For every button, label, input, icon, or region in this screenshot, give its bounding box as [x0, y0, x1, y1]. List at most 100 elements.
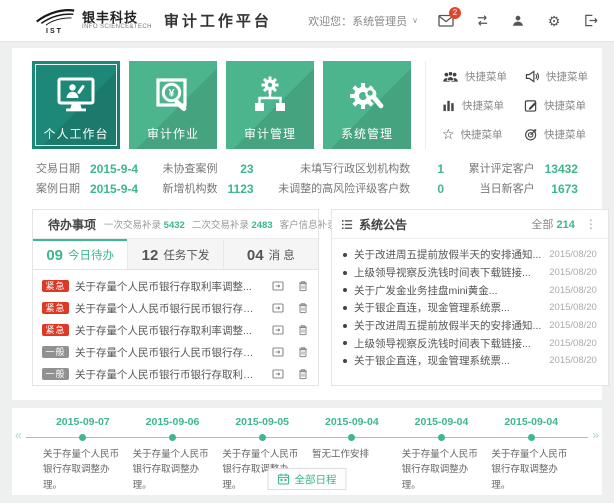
archive-button[interactable]: [272, 368, 284, 380]
mail-button[interactable]: 2: [438, 13, 454, 29]
quick-menu-item-2[interactable]: 快捷菜单: [524, 67, 598, 85]
quick-menu-label: 快捷菜单: [461, 127, 503, 142]
announcements-panel: 系统公告 全部 214 ⋮ 关于改进周五提前放假半天的安排通知... 2015/…: [331, 209, 609, 386]
bar-chart-icon: [442, 99, 456, 112]
timeline-entry-text: 暂无工作安排: [312, 447, 392, 463]
todo-item-link[interactable]: 关于存量个人民币银行存取利率调整...: [75, 323, 264, 338]
priority-badge: 紧急: [42, 324, 69, 336]
logout-icon: [583, 14, 598, 27]
todo-item-actions: [272, 302, 309, 314]
logout-button[interactable]: [582, 13, 598, 29]
bullet-icon: [343, 306, 347, 310]
announcement-link[interactable]: 关于改进周五提前放假半天的安排通知...: [354, 247, 541, 262]
announcement-date: 2015/08/20: [549, 249, 597, 260]
tile-personal-workspace[interactable]: 个人工作台: [32, 61, 120, 149]
delete-button[interactable]: [297, 302, 309, 314]
announcement-date: 2015/08/20: [549, 285, 597, 296]
delete-button[interactable]: [297, 280, 309, 292]
tile-label: 审计管理: [244, 125, 296, 142]
tile-label: 个人工作台: [43, 125, 108, 142]
todo-item-link[interactable]: 关于存量个人民币银行存取利率调整...: [75, 279, 264, 294]
schedule-timeline-card: « » 2015-09-07 关于存量个人民币银行存取调整办理。 2015-09…: [12, 408, 602, 495]
tile-audit-manage[interactable]: 审计管理: [226, 61, 314, 149]
announcement-item: 上级领导视察反洗钱时间表下载链接... 2015/08/20: [343, 334, 597, 352]
stat-value: 1673: [545, 182, 578, 197]
announcement-item: 关于改进周五提前放假半天的安排通知... 2015/08/20: [343, 246, 597, 264]
welcome-text: 欢迎您：系统管理员: [308, 13, 407, 29]
announcement-link[interactable]: 关于改进周五提前放假半天的安排通知...: [354, 318, 541, 333]
todo-list: 紧急 关于存量个人民币银行存取利率调整...: [33, 270, 318, 385]
more-icon[interactable]: ⋮: [583, 217, 599, 231]
tab-task-dispatch[interactable]: 12 任务下发: [127, 239, 222, 269]
todo-panel-title: 待办事项: [48, 216, 96, 233]
view-all-link[interactable]: 全部 214: [531, 216, 574, 232]
user-button[interactable]: [510, 13, 526, 29]
stat-value: 23: [228, 162, 254, 177]
quick-menu-label: 快捷菜单: [462, 98, 504, 113]
transfer-button[interactable]: [474, 13, 490, 29]
timeline-date: 2015-09-06: [133, 415, 213, 429]
timeline-next-icon[interactable]: »: [592, 429, 599, 441]
stat-value: 2015-9-4: [90, 162, 138, 177]
quick-menu-item-3[interactable]: 快捷菜单: [442, 96, 516, 114]
delete-button[interactable]: [297, 324, 309, 336]
announcement-item: 关于改进周五提前放假半天的安排通知... 2015/08/20: [343, 317, 597, 335]
brand-name: 银丰科技: [82, 11, 152, 25]
stat-label: 交易日期: [36, 162, 80, 177]
announcement-link[interactable]: 关于广发金业务挂盘mini黄金...: [354, 283, 541, 298]
top-header: IST 银丰科技 INFO SCIENCE&TECH 审计工作平台 欢迎您：系统…: [0, 0, 614, 42]
archive-button[interactable]: [272, 280, 284, 292]
todo-list-item: 紧急 关于存量个人民币银行存取利率调整...: [42, 319, 309, 341]
todo-item-link[interactable]: 关于存量个人民币银行币银行存取利率调整...: [75, 367, 264, 382]
archive-button[interactable]: [272, 302, 284, 314]
quick-menu-item-4[interactable]: 快捷菜单: [524, 96, 598, 114]
tab-messages[interactable]: 04 消 息: [223, 239, 318, 269]
priority-badge: 一般: [42, 346, 69, 358]
todo-item-link[interactable]: 关于存量个人人民币银行民币银行存取利率调整...: [75, 301, 264, 316]
stat-label: 当日新客户: [469, 182, 535, 197]
announcement-link[interactable]: 上级领导视察反洗钱时间表下载链接...: [354, 336, 541, 351]
announcement-date: 2015/08/20: [549, 267, 597, 278]
timeline-date: 2015-09-05: [222, 415, 302, 429]
trash-icon: [297, 302, 309, 314]
timeline-prev-icon[interactable]: «: [15, 429, 22, 441]
announcement-link[interactable]: 关于银企直连，现金管理系统票...: [354, 353, 541, 368]
archive-icon: [272, 346, 284, 358]
quick-menu-item-5[interactable]: ☆ 快捷菜单: [442, 125, 516, 143]
archive-button[interactable]: [272, 324, 284, 336]
delete-button[interactable]: [297, 368, 309, 380]
announcement-link[interactable]: 关于银企直连，现金管理系统票...: [354, 300, 541, 315]
dashboard-card: 个人工作台 ¥ 审计作业: [12, 48, 602, 400]
todo-tabs: 09 今日待办 12 任务下发 04 消 息: [33, 239, 318, 270]
system-manage-icon: [345, 73, 389, 119]
tab-today-todo[interactable]: 09 今日待办: [33, 239, 127, 269]
todo-list-item: 一般 关于存量个人民币银行币银行存取利率调整...: [42, 363, 309, 385]
quick-menu-item-6[interactable]: 快捷菜单: [524, 125, 598, 143]
archive-button[interactable]: [272, 346, 284, 358]
settings-button[interactable]: ⚙: [546, 13, 562, 29]
delete-button[interactable]: [297, 346, 309, 358]
archive-icon: [272, 368, 284, 380]
todo-list-item: 紧急 关于存量个人人民币银行民币银行存取利率调整...: [42, 297, 309, 319]
trash-icon: [297, 368, 309, 380]
all-schedule-button[interactable]: 全部日程: [268, 468, 347, 490]
todo-item-link[interactable]: 关于存量个人民币银行人民币银行存取利率调整...: [75, 345, 264, 360]
list-icon: [341, 219, 353, 230]
user-menu[interactable]: 欢迎您：系统管理员 ∨: [308, 13, 418, 29]
svg-text:¥: ¥: [168, 88, 175, 100]
quick-menu-label: 快捷菜单: [544, 127, 586, 142]
announcement-link[interactable]: 上级领导视察反洗钱时间表下载链接...: [354, 265, 541, 280]
tile-system-manage[interactable]: 系统管理: [323, 61, 411, 149]
edit-icon: [524, 99, 538, 112]
all-schedule-label: 全部日程: [295, 472, 337, 487]
timeline-dot-icon: [438, 434, 445, 441]
tile-audit-work[interactable]: ¥ 审计作业: [129, 61, 217, 149]
stats-row: 交易日期 2015-9-4 案例日期 2015-9-4 未协查案例 23 新增机…: [32, 162, 582, 197]
tile-label: 系统管理: [341, 125, 393, 142]
priority-badge: 一般: [42, 368, 69, 380]
quick-menu-item-1[interactable]: 快捷菜单: [442, 67, 516, 85]
announcement-date: 2015/08/20: [549, 302, 597, 313]
stat-value: 1: [420, 162, 444, 177]
timeline-entry-text: 关于存量个人民币银行存取调整办理。: [402, 447, 482, 494]
user-icon: [511, 14, 525, 27]
